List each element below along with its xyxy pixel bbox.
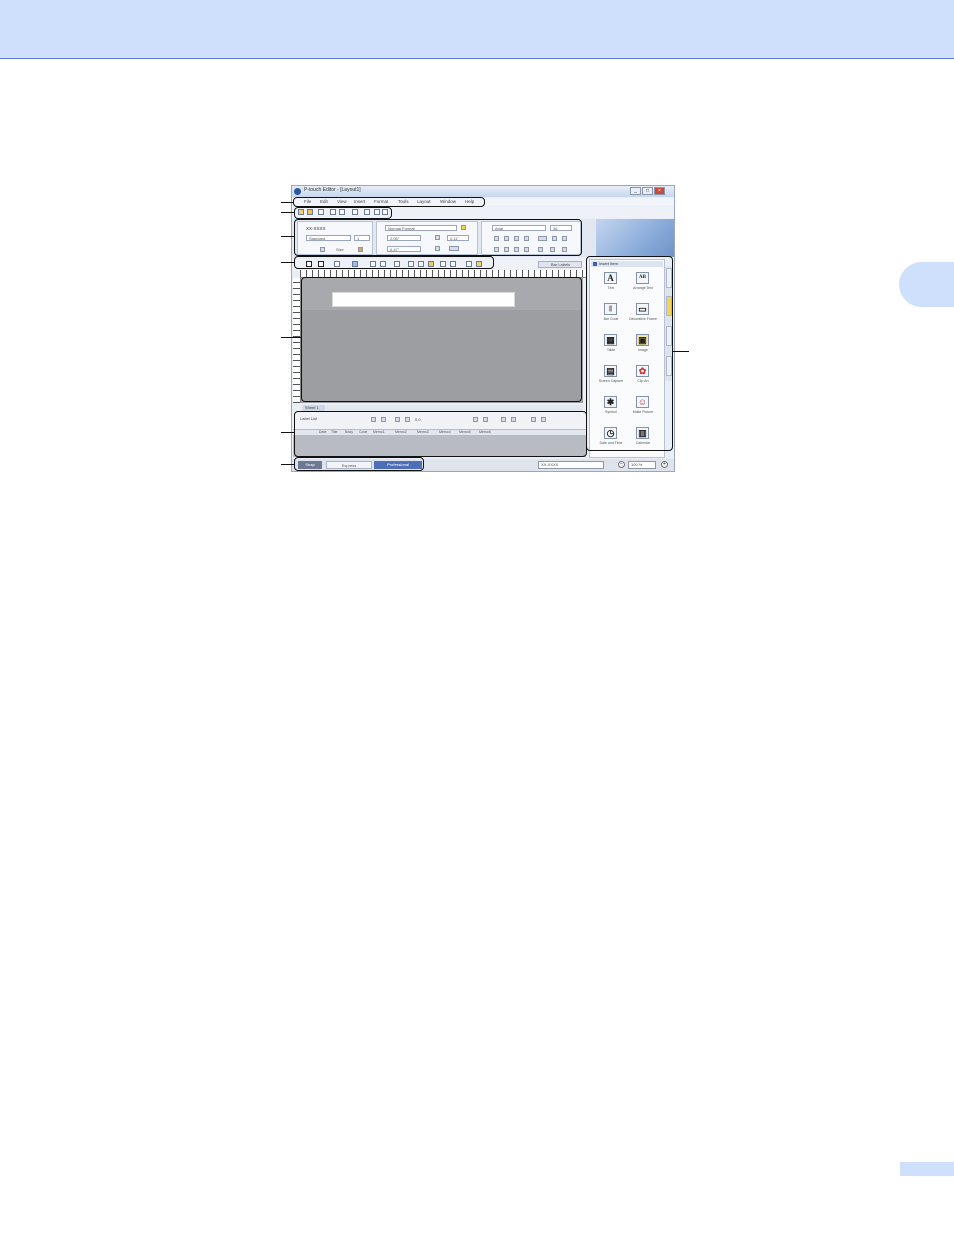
page-number-tab — [900, 1162, 954, 1176]
leader-line — [281, 202, 293, 203]
app-logo-icon — [294, 188, 301, 195]
zoom-in-icon[interactable]: + — [661, 461, 668, 468]
dock-background-picture — [596, 219, 674, 257]
window-title: P-touch Editor - [Layout1] — [304, 187, 361, 193]
header-band — [0, 0, 954, 59]
callout-layout-window — [301, 277, 582, 402]
maximize-button[interactable]: □ — [642, 187, 653, 195]
leader-line — [281, 432, 294, 433]
leader-line — [281, 337, 301, 338]
leader-line — [281, 236, 294, 237]
minimize-button[interactable]: _ — [630, 187, 641, 195]
zoom-out-icon[interactable]: − — [618, 461, 625, 468]
printer-select[interactable]: XX-XXXX — [538, 461, 604, 469]
leader-line — [281, 262, 294, 263]
callout-menu-bar — [293, 197, 485, 207]
vertical-ruler — [293, 278, 301, 403]
chapter-tab — [899, 262, 954, 307]
leader-line — [673, 351, 689, 352]
bar-labels-text: Bar Labels — [551, 262, 571, 267]
zoom-select[interactable]: 100 % — [628, 461, 656, 469]
close-button[interactable]: × — [654, 187, 665, 195]
bar-labels-button[interactable]: Bar Labels — [538, 261, 582, 268]
title-bar: P-touch Editor - [Layout1] _ □ × — [292, 186, 674, 197]
callout-sidebar — [586, 256, 673, 451]
callout-database — [294, 411, 587, 457]
callout-property-dock — [294, 219, 582, 256]
callout-mode-switch — [294, 457, 424, 471]
leader-line — [281, 212, 294, 213]
callout-draw-toolbar — [294, 256, 494, 269]
callout-standard-toolbar — [294, 207, 392, 219]
leader-line — [281, 464, 294, 465]
